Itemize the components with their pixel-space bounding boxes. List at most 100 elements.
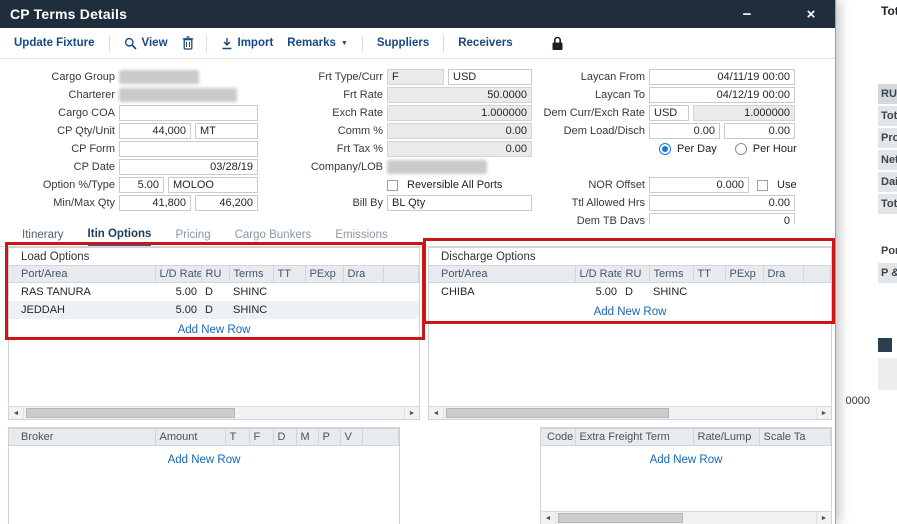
toolbar-separator <box>109 35 110 52</box>
import-button[interactable]: Import <box>221 37 274 50</box>
horizontal-scrollbar[interactable]: ◄ ► <box>429 406 831 419</box>
scroll-right-arrow[interactable]: ► <box>404 407 419 419</box>
scroll-right-arrow[interactable]: ► <box>816 512 831 524</box>
cell-port[interactable]: CHIBA <box>429 283 575 301</box>
scroll-left-arrow[interactable]: ◄ <box>429 407 444 419</box>
cell-empty[interactable] <box>803 283 831 301</box>
tab-itinerary[interactable]: Itinerary <box>22 224 64 246</box>
column-header-port-area: Port/Area <box>9 266 155 283</box>
cell-dra[interactable] <box>343 301 383 319</box>
frt-type-field[interactable]: F <box>387 69 444 85</box>
cell-ld-rate[interactable]: 5.00 <box>575 283 621 301</box>
option-pct-type-label: Option %/Type <box>8 179 115 191</box>
cp-form-field[interactable] <box>119 141 258 157</box>
scroll-right-arrow[interactable]: ► <box>816 407 831 419</box>
per-day-radio[interactable] <box>659 143 671 155</box>
laycan-from-field[interactable]: 04/11/19 00:00 <box>649 69 795 85</box>
update-fixture-button[interactable]: Update Fixture <box>14 37 95 49</box>
frt-curr-field[interactable]: USD <box>448 69 532 85</box>
max-qty-field[interactable]: 46,200 <box>195 195 258 211</box>
cell-ru[interactable]: D <box>621 283 649 301</box>
horizontal-scrollbar[interactable]: ◄ ► <box>541 511 831 524</box>
cell-tt[interactable] <box>273 301 305 319</box>
minimize-button[interactable]: − <box>737 7 757 22</box>
scroll-left-arrow[interactable]: ◄ <box>541 512 556 524</box>
tab-itin-options[interactable]: Itin Options <box>88 224 152 246</box>
add-new-row-link[interactable]: Add New Row <box>429 306 831 318</box>
cell-ld-rate[interactable]: 5.00 <box>155 283 201 301</box>
view-button[interactable]: View <box>124 37 168 50</box>
scroll-track[interactable] <box>556 512 816 524</box>
tab-cargo-bunkers[interactable]: Cargo Bunkers <box>235 224 312 246</box>
cp-date-field[interactable]: 03/28/19 <box>119 159 258 175</box>
cell-terms[interactable]: SHINC <box>229 301 273 319</box>
comm-pct-field[interactable]: 0.00 <box>387 123 532 139</box>
cell-ld-rate[interactable]: 5.00 <box>155 301 201 319</box>
lock-button[interactable] <box>551 36 564 51</box>
add-new-row-link[interactable]: Add New Row <box>9 454 399 466</box>
discharge-options-title: Discharge Options <box>429 248 831 265</box>
cell-pexp[interactable] <box>725 283 763 301</box>
toolbar: Update Fixture View <box>0 28 835 59</box>
option-type-field[interactable]: MOLOO <box>168 177 258 193</box>
frt-rate-field[interactable]: 50.0000 <box>387 87 532 103</box>
close-button[interactable]: × <box>801 7 821 22</box>
dem-curr-field[interactable]: USD <box>649 105 689 121</box>
cell-terms[interactable]: SHINC <box>649 283 693 301</box>
remarks-button[interactable]: Remarks ▼ <box>287 37 348 49</box>
lock-icon <box>551 36 564 51</box>
scroll-track[interactable] <box>24 407 404 419</box>
charterer-field[interactable] <box>119 88 237 102</box>
tab-emissions[interactable]: Emissions <box>335 224 387 246</box>
background-window: Tota RUN Tota Pro Net Dail Tota Port P &… <box>836 0 897 524</box>
scroll-thumb[interactable] <box>558 513 683 523</box>
cell-terms[interactable]: SHINC <box>229 283 273 301</box>
scroll-track[interactable] <box>444 407 816 419</box>
receivers-button[interactable]: Receivers <box>458 37 512 49</box>
cell-empty[interactable] <box>383 283 419 301</box>
cell-tt[interactable] <box>273 283 305 301</box>
frt-tax-field[interactable]: 0.00 <box>387 141 532 157</box>
cell-dra[interactable] <box>763 283 803 301</box>
nor-use-checkbox[interactable] <box>757 180 768 191</box>
search-icon <box>124 37 137 50</box>
dem-exch-rate-field[interactable]: 1.000000 <box>693 105 795 121</box>
column-header-m: M <box>296 429 318 446</box>
dem-disch-field[interactable]: 0.00 <box>724 123 795 139</box>
delete-button[interactable] <box>182 36 194 50</box>
dem-load-field[interactable]: 0.00 <box>649 123 720 139</box>
company-lob-field[interactable] <box>387 160 487 174</box>
reversible-all-ports-checkbox[interactable] <box>387 180 398 191</box>
per-hour-radio[interactable] <box>735 143 747 155</box>
scroll-left-arrow[interactable]: ◄ <box>9 407 24 419</box>
nor-offset-label: NOR Offset <box>538 179 645 191</box>
cell-dra[interactable] <box>343 283 383 301</box>
bill-by-field[interactable]: BL Qty <box>387 195 532 211</box>
option-pct-field[interactable]: 5.00 <box>119 177 164 193</box>
cell-pexp[interactable] <box>305 301 343 319</box>
add-new-row-link[interactable]: Add New Row <box>9 324 419 336</box>
cell-pexp[interactable] <box>305 283 343 301</box>
cell-empty[interactable] <box>383 301 419 319</box>
cp-unit-field[interactable]: MT <box>195 123 258 139</box>
cell-ru[interactable]: D <box>201 301 229 319</box>
cargo-coa-field[interactable] <box>119 105 258 121</box>
cp-terms-details-dialog: CP Terms Details − × Update Fixture View <box>0 0 836 524</box>
cargo-group-field[interactable] <box>119 70 199 84</box>
cell-port[interactable]: RAS TANURA <box>9 283 155 301</box>
laycan-to-field[interactable]: 04/12/19 00:00 <box>649 87 795 103</box>
suppliers-button[interactable]: Suppliers <box>377 37 429 49</box>
min-qty-field[interactable]: 41,800 <box>119 195 191 211</box>
exch-rate-field[interactable]: 1.000000 <box>387 105 532 121</box>
tab-pricing[interactable]: Pricing <box>175 224 210 246</box>
cell-ru[interactable]: D <box>201 283 229 301</box>
nor-offset-field[interactable]: 0.000 <box>649 177 749 193</box>
ttl-allowed-hrs-field[interactable]: 0.00 <box>649 195 795 211</box>
add-new-row-link[interactable]: Add New Row <box>541 454 831 466</box>
scroll-thumb[interactable] <box>446 408 669 418</box>
scroll-thumb[interactable] <box>26 408 235 418</box>
horizontal-scrollbar[interactable]: ◄ ► <box>9 406 419 419</box>
cell-port[interactable]: JEDDAH <box>9 301 155 319</box>
cp-qty-field[interactable]: 44,000 <box>119 123 191 139</box>
cell-tt[interactable] <box>693 283 725 301</box>
